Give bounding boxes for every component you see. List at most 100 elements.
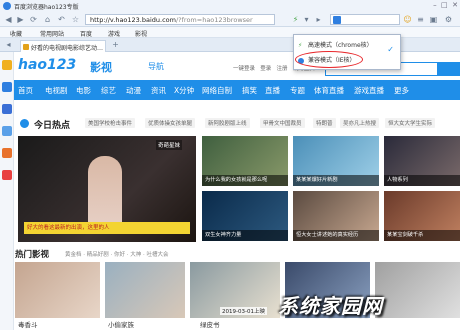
movie-title[interactable]: 绿皮书 xyxy=(200,319,220,329)
high-speed-mode-option[interactable]: ⚡ 高速模式（chrome核） ✓ xyxy=(296,39,399,54)
hot-tag[interactable]: 吴亦凡上热搜 xyxy=(340,118,380,128)
bookmark-item[interactable]: 游戏 xyxy=(108,29,120,38)
hot-tags: 美国学校枪击事件 优质体操女孩单腿 新阿胶剧版上线 甲骨文中国裁员 特朗普 吴亦… xyxy=(85,118,445,128)
extension-icon[interactable]: ▣ xyxy=(428,14,439,25)
hot-item-thumb[interactable]: 人物系列 xyxy=(384,136,460,186)
bookmark-item[interactable]: 收藏 xyxy=(10,29,22,38)
url-host: http://v.hao123.baidu.com xyxy=(90,16,176,24)
menu-item[interactable]: 网络自制 xyxy=(202,85,232,96)
weibo-sidebar-icon[interactable] xyxy=(2,82,12,92)
weibo-red-sidebar-icon[interactable] xyxy=(2,170,12,180)
menu-item[interactable]: 体育直播 xyxy=(314,85,344,96)
hot-tag[interactable]: 优质体操女孩单腿 xyxy=(145,118,196,128)
hot-item-thumb[interactable]: 为什么我的女孩就是那么呢 xyxy=(202,136,288,186)
movie-poster[interactable] xyxy=(15,262,100,318)
lightning-mode-icon[interactable]: ⚡ xyxy=(290,14,301,25)
menu-item[interactable]: 更多 xyxy=(394,85,409,96)
refresh-icon[interactable]: ⟳ xyxy=(28,14,39,25)
hot-tag[interactable]: 恒大女大学生实际 xyxy=(385,118,436,128)
nav-link[interactable]: 导航 xyxy=(148,61,164,72)
menu-item[interactable]: 专题 xyxy=(290,85,305,96)
movie-title[interactable]: 毒香斗 xyxy=(18,319,38,329)
tab-label: 好看的电视剧电影综艺动… xyxy=(31,45,104,52)
menu-icon[interactable]: ≡ xyxy=(415,14,426,25)
sidebar xyxy=(0,52,14,330)
tab-active[interactable]: 好看的电视剧电影综艺动… xyxy=(20,40,106,52)
baidu-icon xyxy=(333,16,341,24)
site-logo-sub: 影视 xyxy=(90,61,112,74)
menu-item[interactable]: 首页 xyxy=(18,85,33,96)
hot-item-thumb[interactable]: 双生女神齐力量 xyxy=(202,191,288,241)
star-icon[interactable]: ☆ xyxy=(70,14,81,25)
register-link[interactable]: 注册 xyxy=(277,66,288,72)
main-menu: 首页 电视剧 电影 综艺 动漫 资讯 X分钟 网络自制 搞笑 直播 专题 体育直… xyxy=(14,80,460,100)
bookmark-item[interactable]: 常用网站 xyxy=(40,29,64,38)
section-hot-movies-subtitle: 黄金档 · 精品好剧 · 你好 · 大神 · 吐槽大会 xyxy=(65,252,169,258)
highlight-ellipse xyxy=(295,51,363,68)
grid-sidebar-icon[interactable] xyxy=(2,126,12,136)
menu-item[interactable]: 搞笑 xyxy=(242,85,257,96)
new-tab-icon[interactable]: + xyxy=(110,39,121,50)
hot-item-caption: 双生女神齐力量 xyxy=(202,230,288,241)
site-logo[interactable]: hao123 xyxy=(18,57,76,73)
settings-icon[interactable]: ⚙ xyxy=(443,14,454,25)
movie-poster[interactable]: 2019-03-01上映 xyxy=(190,262,280,318)
watermark: 系统家园网 xyxy=(278,294,383,318)
window-controls[interactable]: – □ ✕ xyxy=(400,1,458,11)
movie-release-date: 2019-03-01上映 xyxy=(220,307,267,315)
featured-video[interactable]: 奇葩星妹 好大的看这最新的出演，这里的人 xyxy=(18,136,196,242)
section-title-today: 今日热点 xyxy=(34,121,71,131)
home-icon[interactable]: ⌂ xyxy=(42,14,53,25)
back-icon[interactable]: ◀ xyxy=(3,14,14,25)
title-bar: 百度浏览器hao123专版 – □ ✕ xyxy=(0,0,460,12)
movie-poster[interactable] xyxy=(375,262,460,318)
undo-close-icon[interactable]: ↶ xyxy=(56,14,67,25)
section-title-hot-movies: 热门影视 xyxy=(15,250,50,260)
hot-item-thumb[interactable]: 恒大女士讲述她的真实经历 xyxy=(293,191,379,241)
hot-tag[interactable]: 甲骨文中国裁员 xyxy=(260,118,305,128)
hot-item-caption: 某某宝剑破千杀 xyxy=(384,230,460,241)
menu-item[interactable]: 资讯 xyxy=(151,85,166,96)
hot-tag[interactable]: 新阿胶剧版上线 xyxy=(205,118,250,128)
login-link[interactable]: 登录 xyxy=(260,66,271,72)
forward-icon[interactable]: ▶ xyxy=(15,14,26,25)
bookmark-item[interactable]: 影视 xyxy=(135,29,147,38)
featured-badge: 奇葩星妹 xyxy=(156,140,183,150)
star-sidebar-icon[interactable] xyxy=(2,60,12,70)
menu-item[interactable]: 直播 xyxy=(265,85,280,96)
window-title: 百度浏览器hao123专版 xyxy=(14,4,79,11)
quick-login-link[interactable]: 一键登录 xyxy=(233,66,255,72)
hot-item-caption: 恒大女士讲述她的真实经历 xyxy=(293,230,379,241)
menu-item[interactable]: 游戏直播 xyxy=(354,85,384,96)
hot-item-caption: 某某某爆好片新剧 xyxy=(293,175,379,186)
tab-favicon-icon xyxy=(23,44,29,50)
search-engine-box[interactable] xyxy=(330,14,400,25)
ie-sidebar-icon[interactable] xyxy=(2,104,12,114)
hot-item-caption: 人物系列 xyxy=(384,175,460,186)
tab-list-icon[interactable]: ◂ xyxy=(3,39,14,50)
address-bar[interactable]: http://v.hao123.baidu.com/?from=hao123br… xyxy=(85,14,275,25)
hot-section-icon xyxy=(20,119,29,128)
next-icon[interactable]: ▸ xyxy=(313,14,324,25)
mode-dropdown-icon[interactable]: ▾ xyxy=(301,14,312,25)
browser-mode-popup: ⚡ 高速模式（chrome核） ✓ 兼容模式（IE核） xyxy=(293,34,401,70)
movie-poster[interactable] xyxy=(105,262,185,318)
featured-caption: 好大的看这最新的出演，这里的人 xyxy=(24,222,190,234)
menu-item[interactable]: X分钟 xyxy=(174,85,194,96)
hot-item-thumb[interactable]: 某某宝剑破千杀 xyxy=(384,191,460,241)
hot-tag[interactable]: 特朗普 xyxy=(313,118,336,128)
app-sidebar-icon[interactable] xyxy=(2,148,12,158)
movie-title[interactable]: 小偷家族 xyxy=(108,319,134,329)
hot-item-thumb[interactable]: 某某某爆好片新剧 xyxy=(293,136,379,186)
menu-item[interactable]: 综艺 xyxy=(101,85,116,96)
menu-item[interactable]: 电影 xyxy=(76,85,91,96)
site-search-button[interactable] xyxy=(437,62,460,76)
lightning-icon: ⚡ xyxy=(298,42,303,49)
hot-item-caption: 为什么我的女孩就是那么呢 xyxy=(202,175,288,186)
option-label: 高速模式（chrome核） xyxy=(308,42,373,49)
bookmark-item[interactable]: 百度 xyxy=(80,29,92,38)
menu-item[interactable]: 电视剧 xyxy=(45,85,68,96)
user-icon[interactable]: ☺ xyxy=(402,14,413,25)
hot-tag[interactable]: 美国学校枪击事件 xyxy=(85,118,136,128)
menu-item[interactable]: 动漫 xyxy=(126,85,141,96)
